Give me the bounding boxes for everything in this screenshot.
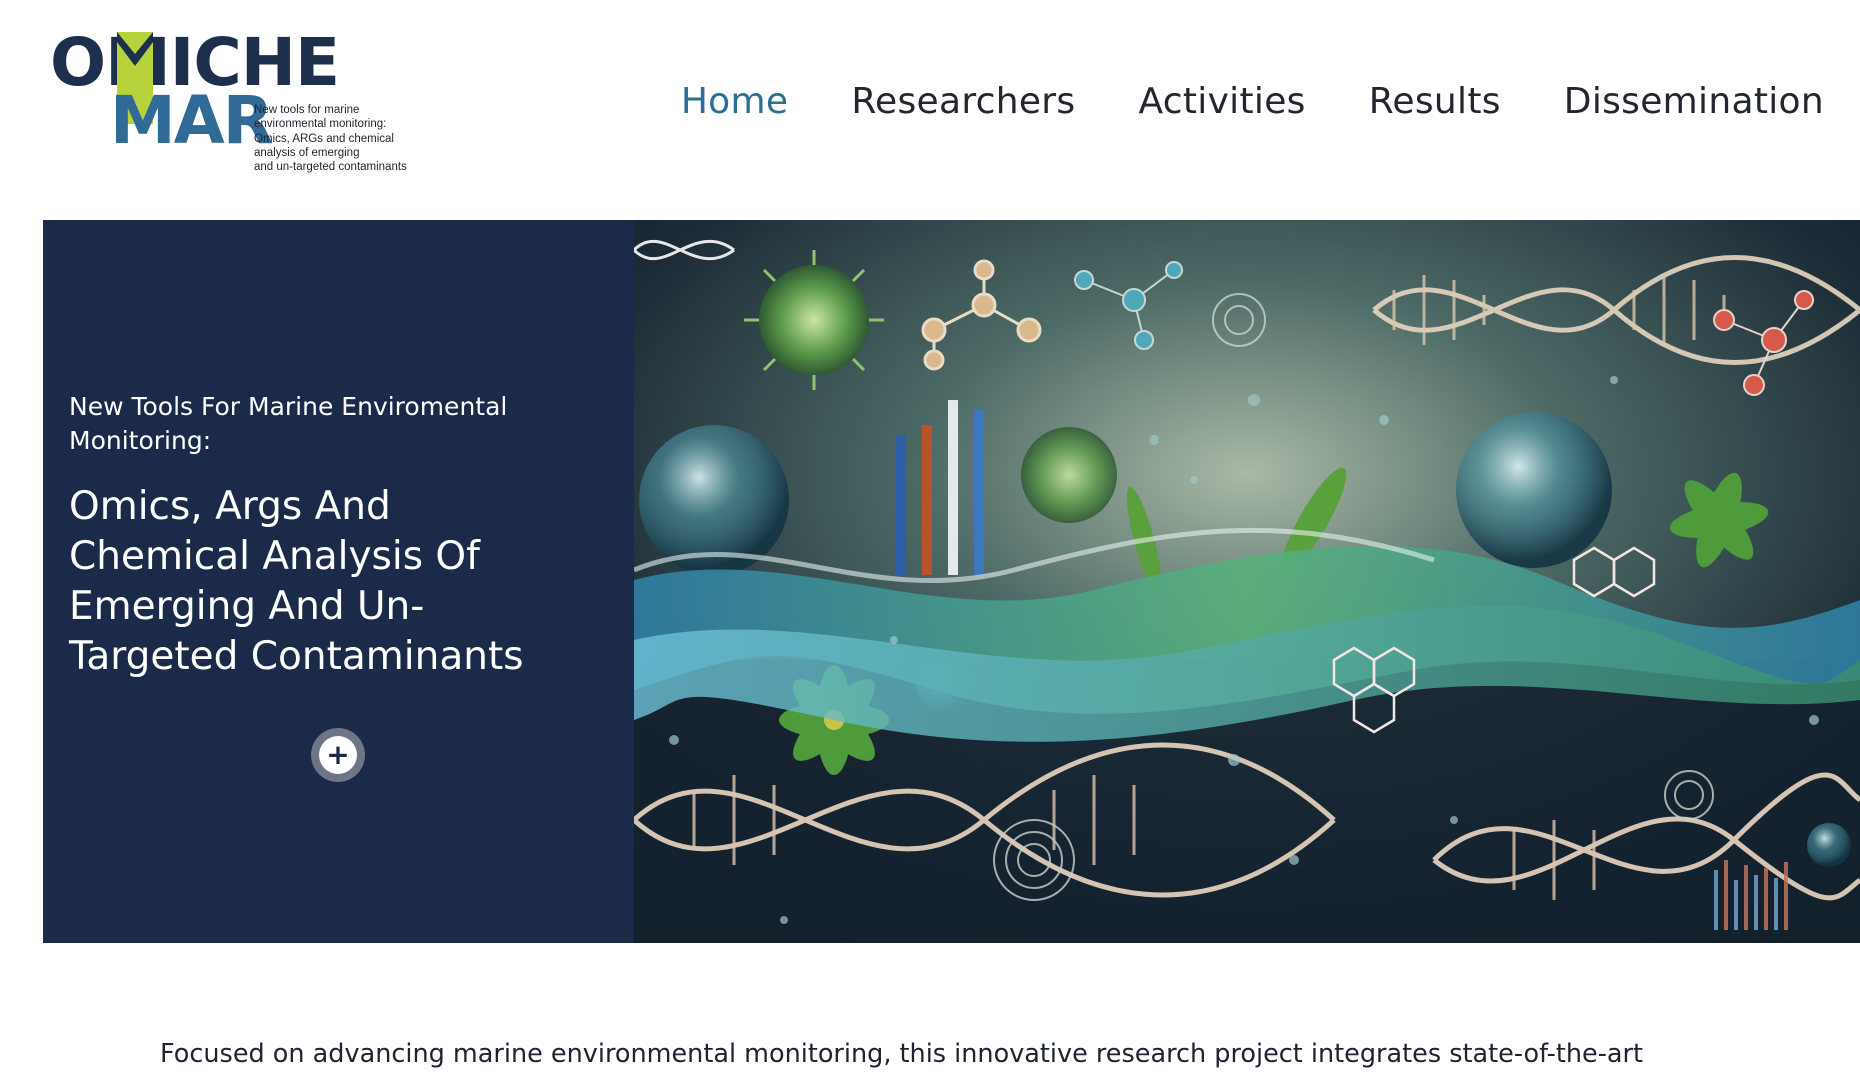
nav-item-researchers[interactable]: Researchers — [851, 80, 1075, 124]
hero-title: Omics, Args And Chemical Analysis Of Eme… — [69, 484, 524, 679]
logo-wordmark-mar: MAR — [110, 82, 274, 159]
hero-text-panel: New Tools For Marine Enviromental Monito… — [43, 220, 634, 943]
main-navigation: Home Researchers Activities Results Diss… — [681, 80, 1824, 124]
hero-illustration — [634, 220, 1860, 943]
hero-subtitle: New Tools For Marine Enviromental Monito… — [69, 392, 508, 455]
nav-item-results[interactable]: Results — [1369, 80, 1501, 124]
marine-omics-illustration-icon — [634, 220, 1860, 943]
plus-icon: + — [319, 736, 357, 774]
nav-item-dissemination[interactable]: Dissemination — [1564, 80, 1824, 124]
nav-item-home[interactable]: Home — [681, 80, 789, 124]
logo-tagline: New tools for marine environmental monit… — [254, 104, 407, 174]
hero-banner: New Tools For Marine Enviromental Monito… — [43, 220, 1860, 943]
site-logo[interactable]: OMICHE MAR New tools for marine environm… — [50, 30, 430, 180]
nav-item-activities[interactable]: Activities — [1138, 80, 1305, 124]
expand-button[interactable]: + — [311, 728, 365, 782]
